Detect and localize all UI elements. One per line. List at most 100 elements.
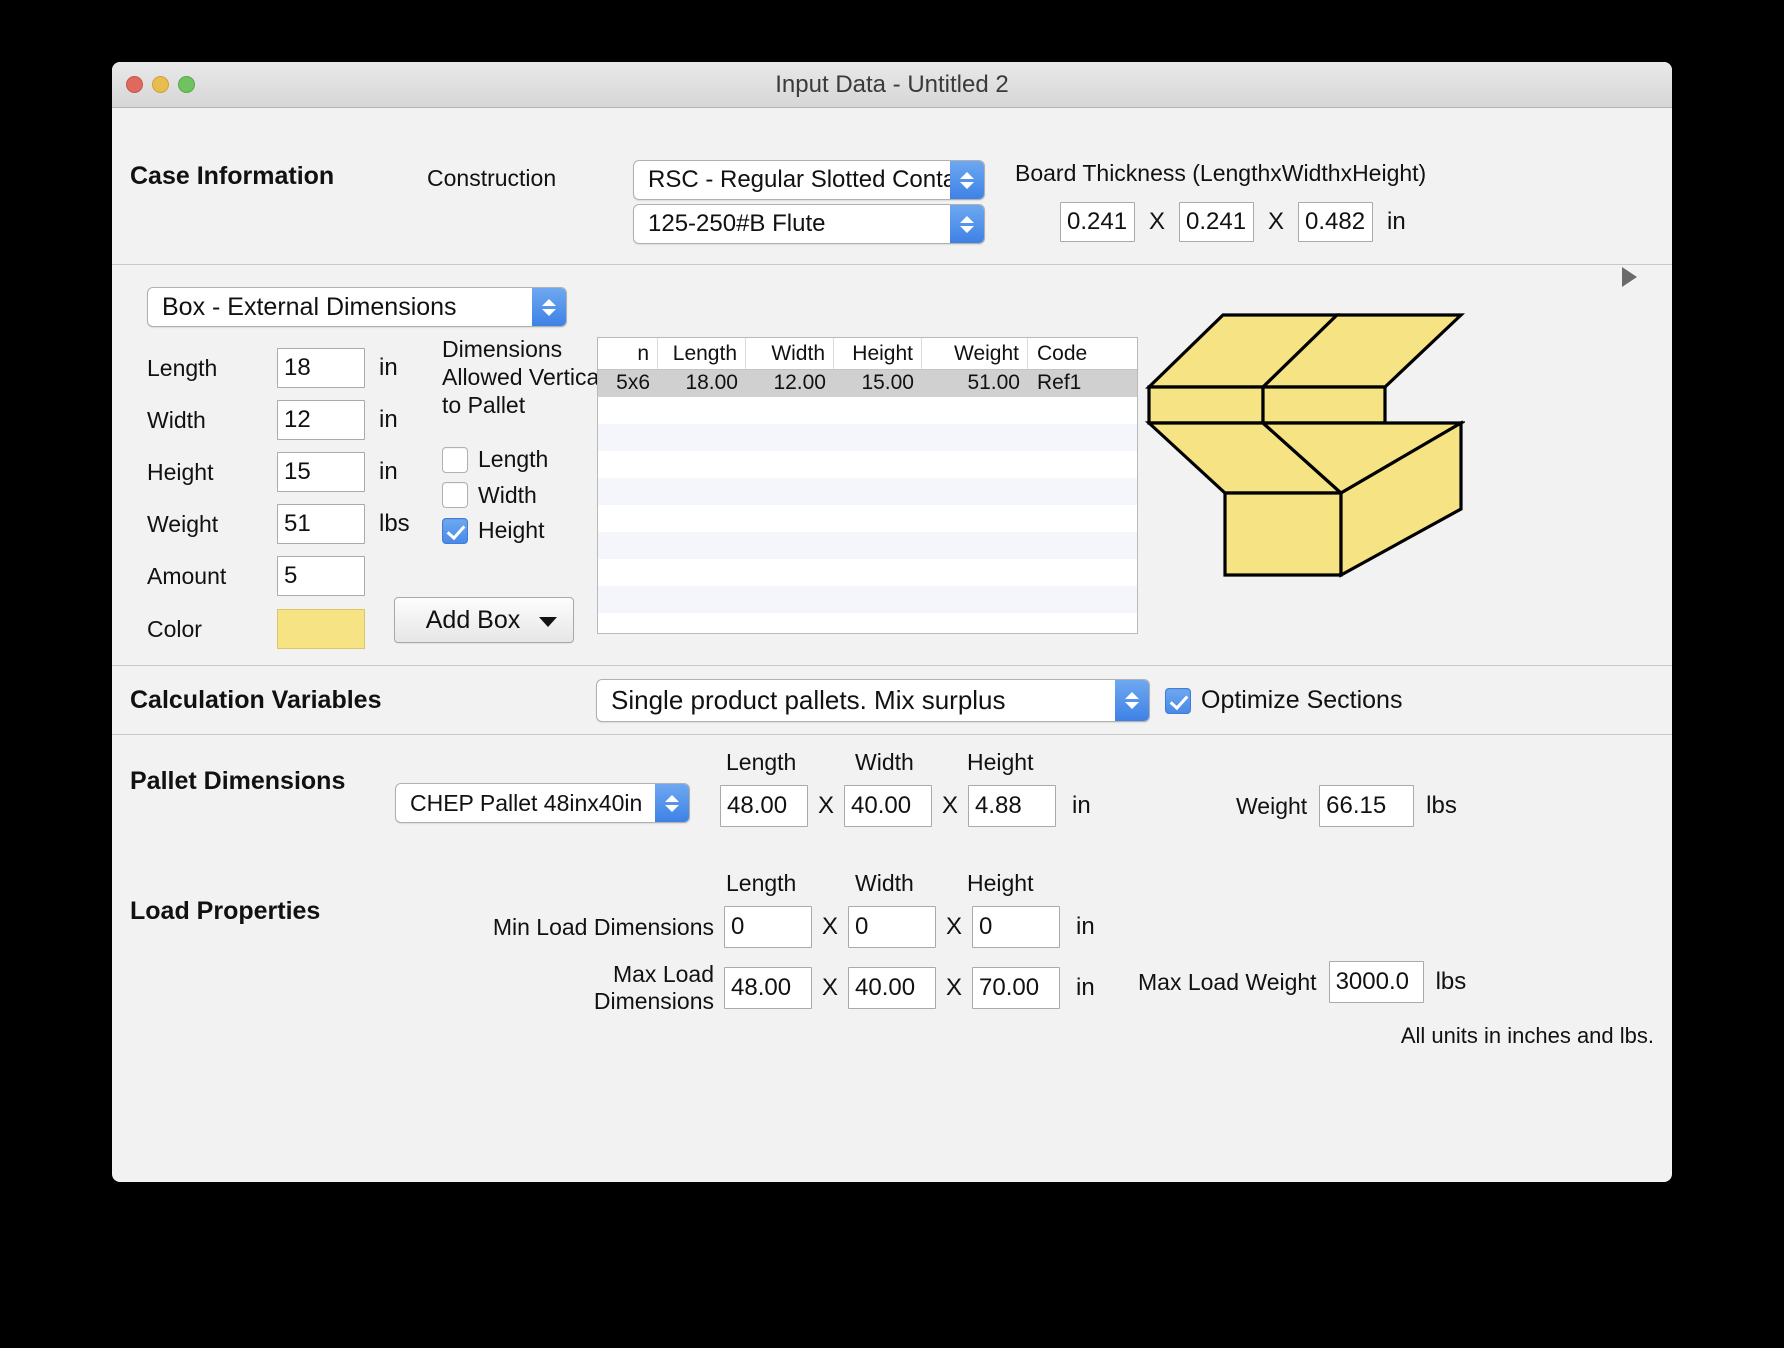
box-length-unit: in — [379, 354, 398, 381]
load-col-length-label: Length — [726, 870, 797, 896]
table-row-empty[interactable] — [598, 532, 1137, 559]
thickness-height-input[interactable] — [1298, 202, 1374, 242]
pallet-weight-label: Weight — [1236, 792, 1308, 819]
max-sep-2: X — [946, 974, 963, 1001]
table-row-empty[interactable] — [598, 424, 1137, 451]
box-list-table[interactable]: n Length Width Height Weight Code 5x6 18… — [597, 337, 1138, 634]
board-thickness-fields: X X in — [1060, 202, 1406, 242]
max-sep-1: X — [822, 974, 839, 1001]
box-height-input[interactable] — [277, 452, 365, 492]
box-weight-input[interactable] — [277, 504, 365, 544]
pallet-weight-group: Weight lbs — [1236, 785, 1457, 827]
min-load-row: Min Load Dimensions X X in — [492, 906, 1095, 948]
pallet-sep-2: X — [942, 792, 959, 819]
checkbox-checked-icon — [1165, 687, 1191, 714]
table-row-empty[interactable] — [598, 586, 1137, 613]
table-row-empty[interactable] — [598, 505, 1137, 532]
calculation-strategy-dropdown[interactable]: Single product pallets. Mix surplus — [596, 679, 1150, 722]
checkbox-icon — [442, 446, 468, 473]
pallet-length-input[interactable] — [720, 785, 808, 827]
box-width-unit: in — [379, 406, 398, 433]
chevron-updown-icon — [950, 161, 984, 199]
min-load-unit: in — [1076, 913, 1095, 940]
allow-height-checkbox[interactable]: Height — [442, 513, 544, 548]
flute-dropdown[interactable]: 125-250#B Flute — [633, 204, 985, 244]
cell-code: Ref1 — [1037, 371, 1082, 394]
max-load-weight-group: Max Load Weight lbs — [1138, 961, 1466, 1003]
pallet-weight-input[interactable] — [1319, 785, 1415, 827]
pallet-unit-label: in — [1072, 792, 1091, 819]
box-length-label: Length — [147, 354, 218, 381]
load-properties-section: Load Properties Length Width Height Min … — [112, 857, 1672, 1087]
box-amount-input[interactable] — [277, 556, 365, 596]
field-row: Height in — [147, 446, 410, 498]
box-section: Box - External Dimensions Length in Widt… — [112, 265, 1672, 665]
chevron-updown-icon — [655, 784, 689, 822]
col-code: Code — [1037, 342, 1088, 365]
pallet-col-width-label: Width — [855, 749, 914, 775]
table-header-row: n Length Width Height Weight Code — [598, 338, 1137, 370]
optimize-sections-checkbox[interactable]: Optimize Sections — [1165, 686, 1402, 715]
thickness-sep-2: X — [1268, 208, 1285, 235]
allow-width-checkbox[interactable]: Width — [442, 478, 537, 513]
dimensions-allowed-title: Dimensions Allowed Vertical to Pallet — [442, 336, 605, 418]
pallet-width-input[interactable] — [844, 785, 933, 827]
cell-width: 12.00 — [773, 371, 826, 394]
thickness-width-input[interactable] — [1179, 202, 1255, 242]
box-length-input[interactable] — [277, 348, 365, 388]
flute-dropdown-value: 125-250#B Flute — [648, 210, 826, 237]
field-row: Color — [147, 602, 410, 656]
cell-weight: 51.00 — [967, 371, 1020, 394]
cell-length: 18.00 — [685, 371, 738, 394]
table-row-empty[interactable] — [598, 559, 1137, 586]
pallet-type-dropdown[interactable]: CHEP Pallet 48inx40in — [395, 783, 690, 823]
input-data-window: Input Data - Untitled 2 Case Information… — [112, 62, 1672, 1182]
pallet-type-value: CHEP Pallet 48inx40in — [410, 790, 643, 816]
pallet-weight-unit: lbs — [1426, 792, 1457, 819]
table-row[interactable]: 5x6 18.00 12.00 15.00 51.00 Ref1 — [598, 370, 1137, 397]
box-width-label: Width — [147, 406, 206, 433]
max-load-label: Max Load Dimensions — [593, 961, 714, 1014]
field-row: Amount — [147, 550, 410, 602]
col-n: n — [598, 338, 658, 369]
table-row-empty[interactable] — [598, 613, 1137, 640]
min-load-width-input[interactable] — [848, 906, 937, 948]
dimensions-allowed-group: Dimensions Allowed Vertical to Pallet Le… — [442, 335, 607, 549]
thickness-sep-1: X — [1149, 208, 1166, 235]
calculation-variables-section: Calculation Variables Single product pal… — [112, 666, 1672, 734]
min-load-height-input[interactable] — [972, 906, 1061, 948]
box-fields: Length in Width in Height in Weight lbs … — [147, 342, 410, 656]
max-load-width-input[interactable] — [848, 967, 937, 1009]
allow-length-label: Length — [478, 446, 549, 472]
play-arrow-icon[interactable] — [1622, 267, 1637, 287]
units-footnote: All units in inches and lbs. — [1400, 1023, 1654, 1048]
col-width: Width — [746, 338, 834, 369]
pallet-height-input[interactable] — [968, 785, 1057, 827]
col-height: Height — [834, 338, 922, 369]
construction-dropdown[interactable]: RSC - Regular Slotted Container — [633, 160, 985, 200]
table-row-empty[interactable] — [598, 397, 1137, 424]
field-row: Weight lbs — [147, 498, 410, 550]
checkbox-checked-icon — [442, 517, 468, 544]
box-width-input[interactable] — [277, 400, 365, 440]
max-load-height-input[interactable] — [972, 967, 1061, 1009]
pallet-col-height-label: Height — [967, 749, 1034, 775]
box-weight-unit: lbs — [379, 510, 410, 537]
chevron-updown-icon — [532, 288, 566, 326]
box-mode-value: Box - External Dimensions — [162, 293, 457, 321]
table-row-empty[interactable] — [598, 478, 1137, 505]
thickness-length-input[interactable] — [1060, 202, 1135, 242]
max-load-length-input[interactable] — [724, 967, 812, 1009]
box-preview-illustration — [1145, 313, 1465, 578]
chevron-down-icon — [539, 617, 557, 627]
chevron-updown-icon — [950, 205, 984, 243]
box-amount-label: Amount — [147, 562, 227, 589]
allow-length-checkbox[interactable]: Length — [442, 442, 548, 477]
box-color-swatch[interactable] — [277, 609, 365, 649]
table-row-empty[interactable] — [598, 451, 1137, 478]
min-load-length-input[interactable] — [724, 906, 812, 948]
box-mode-dropdown[interactable]: Box - External Dimensions — [147, 287, 567, 327]
add-box-button[interactable]: Add Box — [394, 597, 574, 643]
load-col-width-label: Width — [855, 870, 914, 896]
max-load-weight-input[interactable] — [1328, 961, 1424, 1003]
